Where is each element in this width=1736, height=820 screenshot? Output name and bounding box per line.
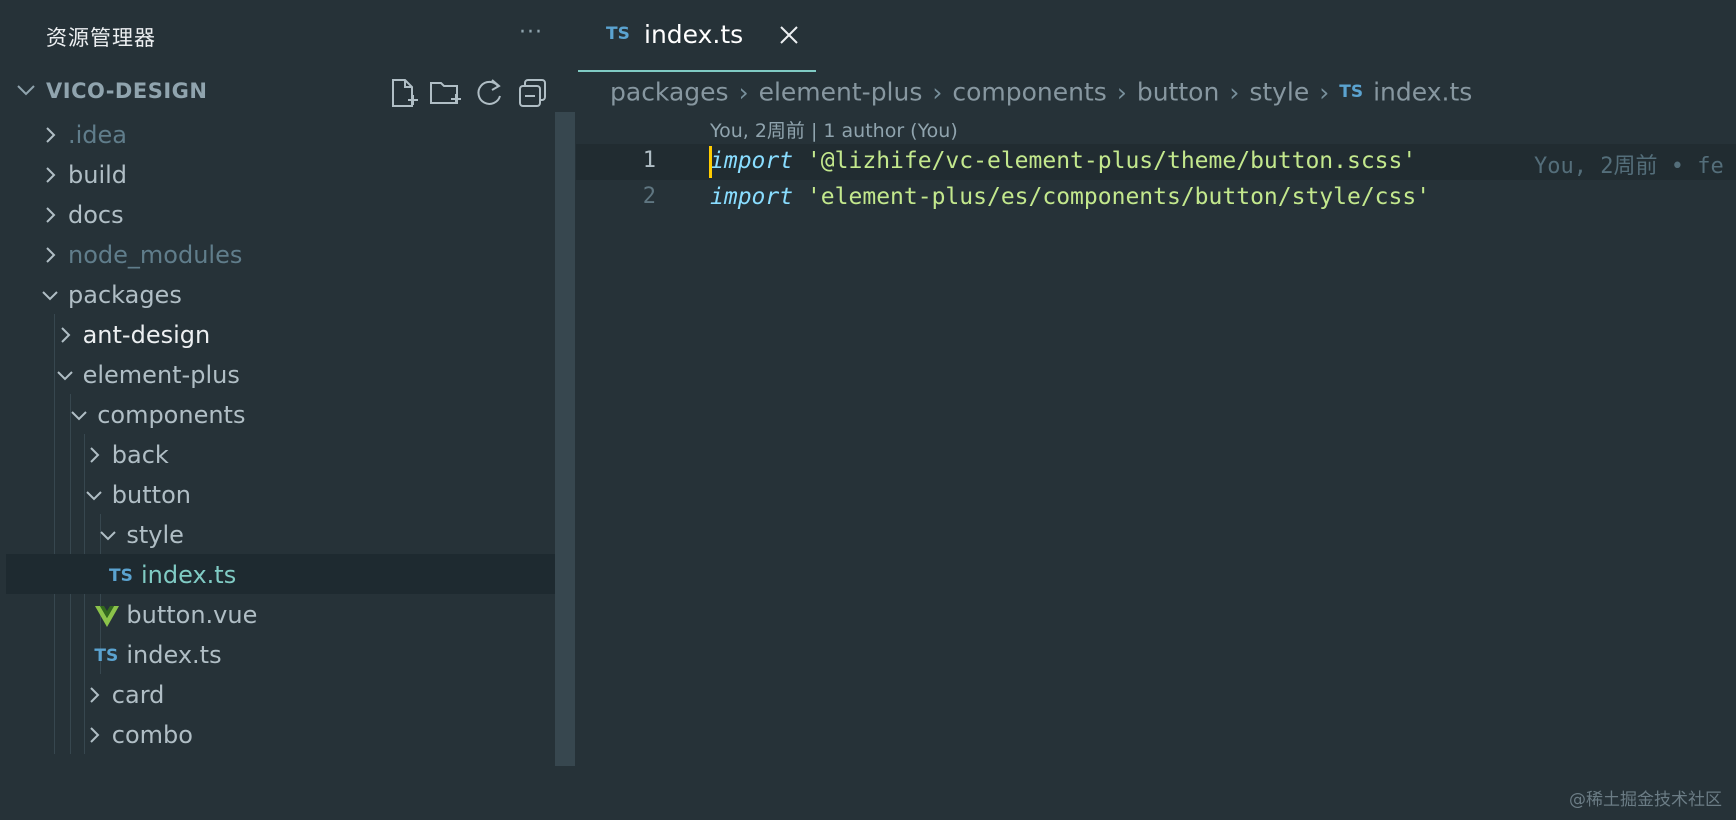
vue-file-icon	[95, 606, 120, 627]
chevron-down-icon	[71, 411, 87, 421]
explorer-header: 资源管理器 ···	[0, 0, 576, 72]
tree-folder[interactable]: element-plus	[6, 354, 556, 394]
string-token: '@lizhife/vc-element-plus/theme/button.s…	[806, 148, 1417, 174]
more-actions-icon[interactable]: ···	[514, 20, 548, 50]
codelens-authors[interactable]: You, 2周前 | 1 author (You)	[710, 116, 958, 143]
tree-folder[interactable]: ant-design	[6, 314, 556, 354]
workspace-root-label: VICO-DESIGN	[46, 79, 208, 103]
chevron-down-icon	[17, 85, 35, 96]
code-line[interactable]: 1 import '@lizhife/vc-element-plus/theme/…	[576, 144, 1736, 180]
breadcrumb-file[interactable]: index.ts	[1373, 78, 1472, 107]
tab-index-ts[interactable]: TS index.ts	[578, 0, 816, 72]
typescript-file-icon: TS	[94, 646, 119, 666]
chevron-down-icon	[86, 491, 102, 501]
tree-folder[interactable]: packages	[6, 274, 556, 314]
line-number: 1	[642, 148, 656, 173]
tree-item-label: docs	[68, 201, 124, 229]
breadcrumb-item[interactable]: components	[952, 78, 1106, 107]
collapse-all-icon[interactable]	[516, 76, 550, 110]
keyword-token: import	[710, 184, 794, 210]
workspace-root[interactable]: VICO-DESIGN	[0, 70, 576, 114]
typescript-file-icon: TS	[606, 24, 630, 44]
tree-folder[interactable]: back	[6, 434, 556, 474]
tree-folder[interactable]: .idea	[6, 114, 556, 154]
chevron-right-icon: ›	[738, 77, 749, 107]
tree-folder[interactable]: card	[6, 674, 556, 714]
chevron-right-icon	[90, 687, 100, 703]
breadcrumb: packages › element-plus › components › button ›…	[610, 76, 1472, 112]
typescript-file-icon: TS	[1339, 82, 1364, 102]
tree-item-label: style	[126, 521, 184, 549]
tree-item-label: build	[68, 161, 128, 189]
breadcrumb-item[interactable]: packages	[610, 78, 729, 107]
editor: TS index.ts packages › element-plus › compon…	[576, 0, 1736, 820]
tree-folder[interactable]: build	[6, 154, 556, 194]
typescript-file-icon: TS	[109, 566, 133, 586]
tree-file[interactable]: TS index.ts	[6, 634, 556, 674]
tree-item-label: components	[97, 401, 246, 429]
tree-item-label: index.ts	[126, 641, 222, 669]
chevron-down-icon	[100, 531, 117, 541]
string-token: 'element-plus/es/components/button/style…	[806, 184, 1431, 210]
tree-file[interactable]: button.vue	[6, 594, 556, 634]
chevron-right-icon: ›	[932, 77, 943, 107]
tree-folder[interactable]: button	[6, 474, 556, 514]
chevron-down-icon	[56, 371, 73, 381]
refresh-icon[interactable]	[472, 76, 506, 110]
tree-folder[interactable]: node_modules	[6, 234, 556, 274]
breadcrumb-item[interactable]: button	[1137, 78, 1219, 107]
tree-folder[interactable]: components	[6, 394, 556, 434]
git-blame-annotation: You, 2周前 • fe	[1534, 154, 1724, 179]
tree-item-label: button.vue	[126, 601, 258, 629]
keyword-token: import	[710, 148, 794, 174]
tree-item-label: packages	[68, 281, 182, 309]
line-number: 2	[642, 184, 656, 209]
watermark: @稀土掘金技术社区	[1569, 790, 1722, 810]
chevron-right-icon: ›	[1116, 77, 1127, 107]
tree-folder[interactable]: docs	[6, 194, 556, 234]
tree-item-label: button	[111, 481, 191, 509]
tree-file[interactable]: TS index.ts	[6, 554, 556, 594]
tree-item-label: combo	[111, 721, 193, 749]
sidebar-scrollbar[interactable]	[555, 112, 575, 766]
tree-item-label: index.ts	[141, 561, 237, 589]
chevron-right-icon	[90, 727, 100, 743]
breadcrumb-item[interactable]: style	[1249, 78, 1309, 107]
chevron-right-icon	[46, 207, 56, 223]
chevron-right-icon: ›	[1229, 77, 1240, 107]
tree-folder[interactable]: combo	[6, 714, 556, 754]
explorer-title: 资源管理器	[46, 26, 156, 50]
breadcrumb-item[interactable]: element-plus	[759, 78, 923, 107]
explorer-sidebar: 资源管理器 ··· VICO-DESIGN .idea build docs n…	[0, 0, 576, 820]
chevron-right-icon	[46, 127, 56, 143]
tree-item-label: .idea	[68, 121, 128, 149]
close-icon[interactable]	[776, 22, 802, 48]
tree-item-label: card	[111, 681, 165, 709]
chevron-right-icon: ›	[1319, 77, 1330, 107]
text-cursor	[709, 146, 712, 178]
tab-label: index.ts	[644, 20, 744, 49]
tree-item-label: ant-design	[82, 321, 211, 349]
chevron-right-icon	[46, 167, 56, 183]
new-file-icon[interactable]	[386, 76, 420, 110]
chevron-down-icon	[42, 291, 58, 301]
tree-folder[interactable]: style	[6, 514, 556, 554]
chevron-right-icon	[60, 327, 71, 343]
tree-item-label: element-plus	[82, 361, 240, 389]
code-line[interactable]: 2 import 'element-plus/es/components/butt…	[576, 180, 1736, 216]
code-text: import '@lizhife/vc-element-plus/theme/b…	[710, 148, 1416, 174]
tree-item-label: node_modules	[68, 241, 243, 269]
code-text: import 'element-plus/es/components/butto…	[710, 184, 1430, 210]
chevron-right-icon	[46, 247, 56, 263]
new-folder-icon[interactable]	[428, 76, 462, 110]
chevron-right-icon	[90, 447, 100, 463]
tree-item-label: back	[111, 441, 169, 469]
